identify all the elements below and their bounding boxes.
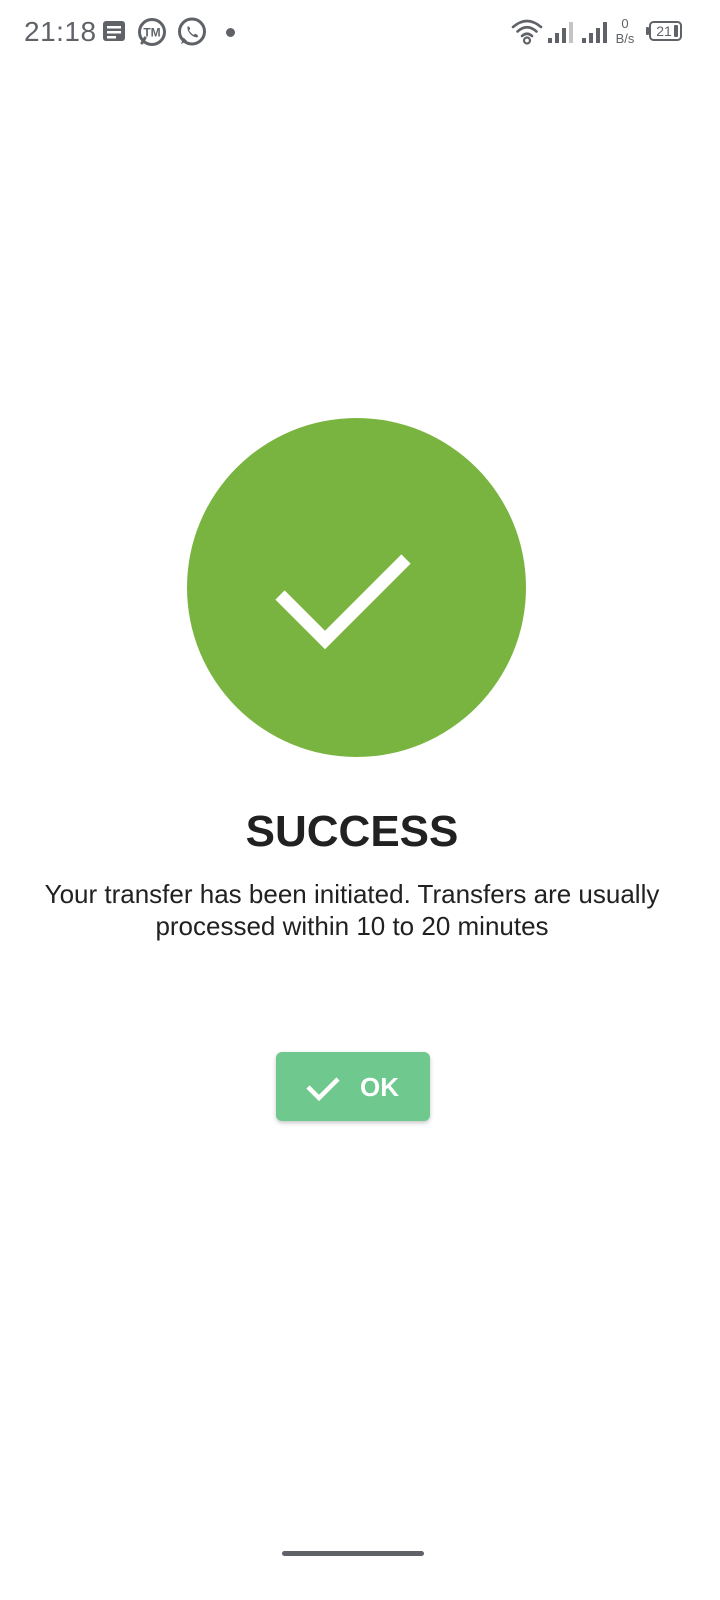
- ok-button-label: OK: [360, 1072, 399, 1102]
- home-gesture-bar[interactable]: [282, 1551, 424, 1556]
- success-badge: [187, 418, 526, 757]
- success-title: SUCCESS: [245, 807, 459, 856]
- svg-text:TM: TM: [143, 26, 160, 40]
- tm-icon: TM: [136, 16, 168, 48]
- message-icon: [100, 16, 132, 48]
- whatsapp-icon: [176, 16, 208, 48]
- wifi-icon: [510, 16, 544, 48]
- check-icon: [304, 1068, 342, 1106]
- signal-sim2-icon: [580, 16, 608, 48]
- status-bar: 21:18 TM 0 B/s 21: [0, 0, 720, 64]
- network-speed-value: 0: [621, 16, 629, 31]
- success-message: Your transfer has been initiated. Transf…: [44, 879, 660, 941]
- success-screen: 21:18 TM 0 B/s 21 SUCCESS Your transfer …: [0, 0, 720, 1600]
- network-speed-unit: B/s: [615, 31, 635, 46]
- network-speed: 0 B/s: [612, 16, 638, 46]
- battery-level: 21: [656, 23, 672, 39]
- ok-button[interactable]: OK: [276, 1052, 430, 1121]
- status-time: 21:18: [24, 16, 97, 47]
- notification-dot: [226, 28, 235, 37]
- check-icon: [275, 554, 411, 650]
- signal-sim1-icon: [546, 16, 574, 48]
